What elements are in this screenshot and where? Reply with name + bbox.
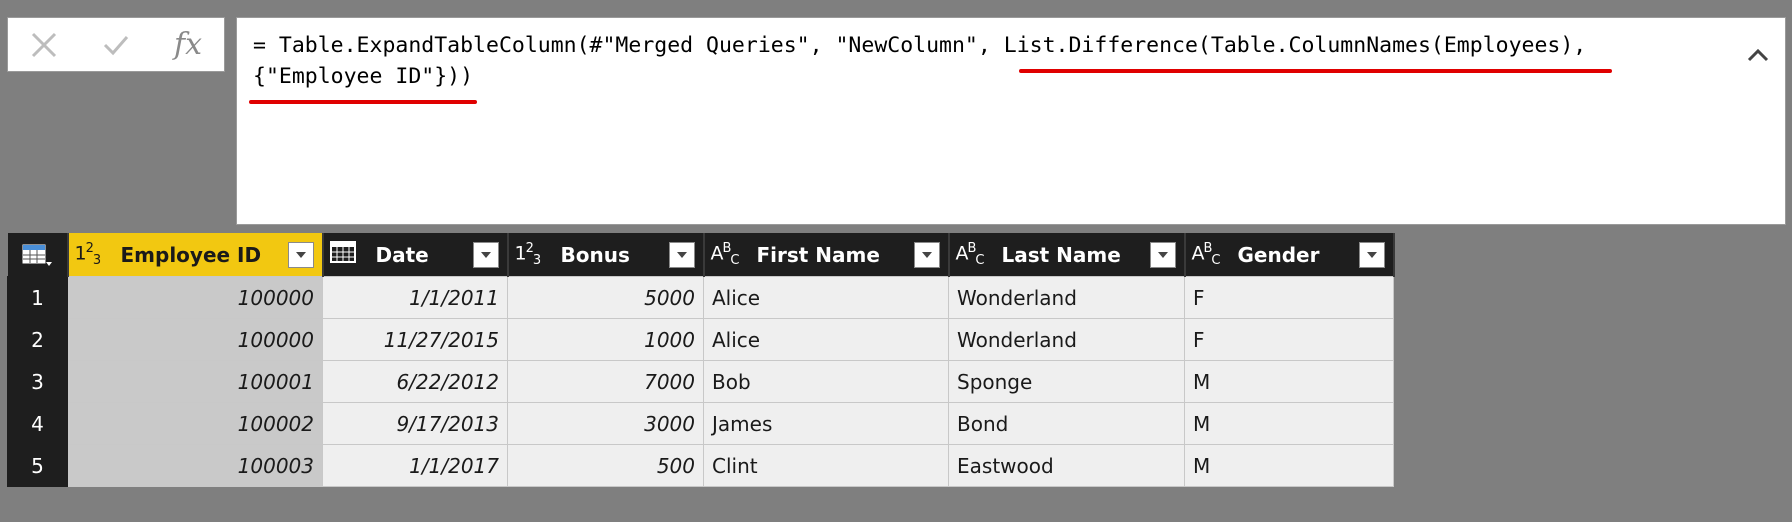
- row-number[interactable]: 4: [7, 402, 68, 445]
- cell-bonus[interactable]: 1000: [507, 318, 704, 361]
- column-header-first-name[interactable]: ABC First Name: [703, 233, 950, 277]
- column-label: Bonus: [560, 242, 630, 267]
- table-row[interactable]: 5 100003 1/1/2017 500 Clint Eastwood M: [7, 444, 1394, 487]
- formula-highlight-1: List.Difference(Table.ColumnNames(Employ…: [1003, 33, 1587, 58]
- formula-text[interactable]: = Table.ExpandTableColumn(#"Merged Queri…: [253, 30, 1693, 92]
- cell-last-name[interactable]: Eastwood: [948, 444, 1185, 487]
- calendar-icon: [329, 241, 356, 263]
- row-number[interactable]: 1: [7, 276, 68, 319]
- red-underline-2: [249, 100, 477, 104]
- table-icon: [22, 244, 52, 266]
- date-type-icon[interactable]: [329, 240, 376, 269]
- close-icon: [31, 32, 57, 57]
- header-row: 123 Employee ID Date 123 Bonus ABC First…: [7, 233, 1395, 277]
- cell-last-name[interactable]: Sponge: [948, 360, 1185, 403]
- cell-employee-id[interactable]: 100000: [67, 318, 323, 361]
- cell-bonus[interactable]: 5000: [507, 276, 704, 319]
- whole-number-type-icon[interactable]: 123: [75, 241, 121, 268]
- chevron-down-icon: [1157, 251, 1168, 258]
- column-label: Employee ID: [120, 242, 262, 267]
- chevron-down-icon: [921, 251, 932, 258]
- filter-dropdown-button[interactable]: [287, 241, 314, 268]
- filter-dropdown-button[interactable]: [1358, 241, 1385, 268]
- chevron-down-icon: [480, 251, 491, 258]
- column-header-date[interactable]: Date: [322, 233, 509, 277]
- cell-first-name[interactable]: Alice: [703, 276, 949, 319]
- cell-last-name[interactable]: Bond: [948, 402, 1185, 445]
- cell-date[interactable]: 1/1/2017: [322, 444, 508, 487]
- whole-number-type-icon[interactable]: 123: [515, 241, 561, 268]
- commit-button[interactable]: [80, 18, 152, 71]
- fx-icon: fx: [173, 26, 203, 62]
- cell-bonus[interactable]: 7000: [507, 360, 704, 403]
- cell-employee-id[interactable]: 100003: [67, 444, 323, 487]
- row-number[interactable]: 2: [7, 318, 68, 361]
- filter-dropdown-button[interactable]: [1149, 241, 1176, 268]
- chevron-down-icon: [1366, 251, 1377, 258]
- table-row[interactable]: 1 100000 1/1/2011 5000 Alice Wonderland …: [7, 276, 1394, 319]
- formula-part1: = Table.ExpandTableColumn(#"Merged Queri…: [253, 33, 1004, 58]
- cell-date[interactable]: 11/27/2015: [322, 318, 508, 361]
- collapse-formula-button[interactable]: [1743, 40, 1773, 70]
- column-header-last-name[interactable]: ABC Last Name: [948, 233, 1186, 277]
- text-type-icon[interactable]: ABC: [956, 241, 1002, 268]
- insert-function-button[interactable]: fx: [152, 18, 224, 71]
- table-row[interactable]: 4 100002 9/17/2013 3000 James Bond M: [7, 402, 1394, 445]
- data-grid: 123 Employee ID Date 123 Bonus ABC First…: [7, 233, 1395, 487]
- formula-space: [1586, 33, 1599, 58]
- column-label: Gender: [1237, 242, 1320, 267]
- cancel-button[interactable]: [8, 18, 80, 71]
- text-type-icon[interactable]: ABC: [711, 241, 757, 268]
- filter-dropdown-button[interactable]: [913, 241, 940, 268]
- cell-employee-id[interactable]: 100000: [67, 276, 323, 319]
- cell-bonus[interactable]: 500: [507, 444, 704, 487]
- row-number[interactable]: 3: [7, 360, 68, 403]
- cell-gender[interactable]: F: [1184, 276, 1394, 319]
- cell-employee-id[interactable]: 100001: [67, 360, 323, 403]
- column-header-employee-id[interactable]: 123 Employee ID: [67, 233, 324, 277]
- column-header-bonus[interactable]: 123 Bonus: [507, 233, 705, 277]
- chevron-up-icon: [1747, 48, 1769, 62]
- cell-bonus[interactable]: 3000: [507, 402, 704, 445]
- chevron-down-icon: [676, 251, 687, 258]
- cell-last-name[interactable]: Wonderland: [948, 276, 1185, 319]
- cell-employee-id[interactable]: 100002: [67, 402, 323, 445]
- cell-first-name[interactable]: Alice: [703, 318, 949, 361]
- column-label: Date: [375, 242, 429, 267]
- cell-date[interactable]: 9/17/2013: [322, 402, 508, 445]
- cell-date[interactable]: 1/1/2011: [322, 276, 508, 319]
- filter-dropdown-button[interactable]: [472, 241, 499, 268]
- cell-first-name[interactable]: Bob: [703, 360, 949, 403]
- column-header-gender[interactable]: ABC Gender: [1184, 233, 1395, 277]
- cell-gender[interactable]: M: [1184, 444, 1394, 487]
- cell-last-name[interactable]: Wonderland: [948, 318, 1185, 361]
- formula-end: ): [460, 64, 474, 89]
- table-menu-button[interactable]: [7, 233, 69, 277]
- column-label: Last Name: [1001, 242, 1121, 267]
- formula-highlight-2: {"Employee ID"}): [253, 64, 461, 89]
- cell-gender[interactable]: M: [1184, 402, 1394, 445]
- column-label: First Name: [756, 242, 880, 267]
- row-number[interactable]: 5: [7, 444, 68, 487]
- cell-gender[interactable]: F: [1184, 318, 1394, 361]
- red-underline-1: [1019, 69, 1612, 73]
- table-row[interactable]: 2 100000 11/27/2015 1000 Alice Wonderlan…: [7, 318, 1394, 361]
- table-row[interactable]: 3 100001 6/22/2012 7000 Bob Sponge M: [7, 360, 1394, 403]
- chevron-down-icon: [295, 251, 306, 258]
- cell-gender[interactable]: M: [1184, 360, 1394, 403]
- formula-editor[interactable]: = Table.ExpandTableColumn(#"Merged Queri…: [236, 17, 1786, 225]
- cell-date[interactable]: 6/22/2012: [322, 360, 508, 403]
- cell-first-name[interactable]: Clint: [703, 444, 949, 487]
- check-icon: [103, 35, 129, 55]
- formula-bar-buttons: fx: [7, 17, 225, 72]
- text-type-icon[interactable]: ABC: [1192, 241, 1238, 268]
- cell-first-name[interactable]: James: [703, 402, 949, 445]
- filter-dropdown-button[interactable]: [668, 241, 695, 268]
